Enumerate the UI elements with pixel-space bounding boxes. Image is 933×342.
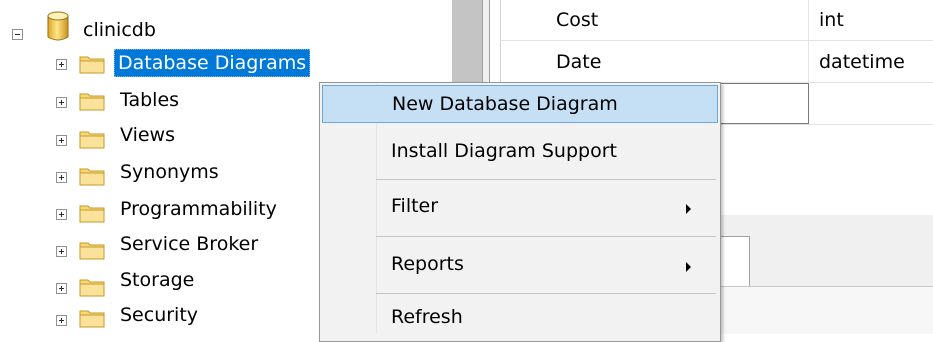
expand-toggle[interactable] [56, 97, 67, 108]
tree-item-programmability[interactable]: Programmability [117, 196, 280, 222]
collapse-toggle[interactable] [12, 29, 23, 40]
tree-item-storage[interactable]: Storage [117, 267, 197, 293]
tree-item-database-diagrams[interactable]: Database Diagrams [114, 49, 311, 77]
menu-item-label: Install Diagram Support [391, 140, 617, 162]
folder-icon [79, 131, 105, 149]
menu-item-label: Reports [391, 253, 464, 275]
expand-toggle[interactable] [56, 172, 67, 183]
tree-root-label[interactable]: clinicdb [80, 17, 159, 43]
menu-item-label: Filter [391, 195, 439, 217]
expand-toggle[interactable] [56, 315, 67, 326]
grid-cell-name[interactable]: Cost [556, 0, 598, 41]
submenu-arrow-icon [686, 262, 691, 272]
menu-item-filter[interactable]: Filter [322, 188, 718, 226]
menu-item-new-database-diagram[interactable]: New Database Diagram [322, 85, 718, 123]
expand-toggle[interactable] [56, 246, 67, 257]
folder-icon [79, 279, 105, 297]
expand-toggle[interactable] [56, 283, 67, 294]
menu-item-reports[interactable]: Reports [322, 246, 718, 284]
tree-item-security[interactable]: Security [117, 302, 201, 328]
folder-icon [79, 205, 105, 223]
grid-cell-type[interactable]: int [819, 0, 844, 41]
menu-separator [376, 179, 716, 180]
menu-item-install-diagram-support[interactable]: Install Diagram Support [322, 133, 718, 171]
menu-item-refresh[interactable]: Refresh [322, 299, 718, 337]
menu-item-label: New Database Diagram [392, 93, 618, 115]
folder-icon [79, 168, 105, 186]
database-icon [47, 11, 69, 41]
folder-icon [79, 242, 105, 260]
expand-toggle[interactable] [56, 135, 67, 146]
grid-cell-name[interactable]: Date [556, 41, 601, 83]
tree-item-service-broker[interactable]: Service Broker [117, 231, 261, 257]
tree-item-synonyms[interactable]: Synonyms [117, 159, 222, 185]
folder-icon [79, 56, 105, 74]
menu-separator [376, 236, 716, 237]
expand-toggle[interactable] [56, 209, 67, 220]
grid-cell-type[interactable]: datetime [819, 41, 905, 83]
submenu-arrow-icon [686, 204, 691, 214]
tree-item-tables[interactable]: Tables [117, 87, 182, 113]
folder-icon [79, 310, 105, 328]
menu-item-label: Refresh [391, 306, 463, 328]
menu-separator [376, 293, 716, 294]
tree-item-views[interactable]: Views [117, 122, 178, 148]
folder-icon [79, 93, 105, 111]
expand-toggle[interactable] [56, 59, 67, 70]
